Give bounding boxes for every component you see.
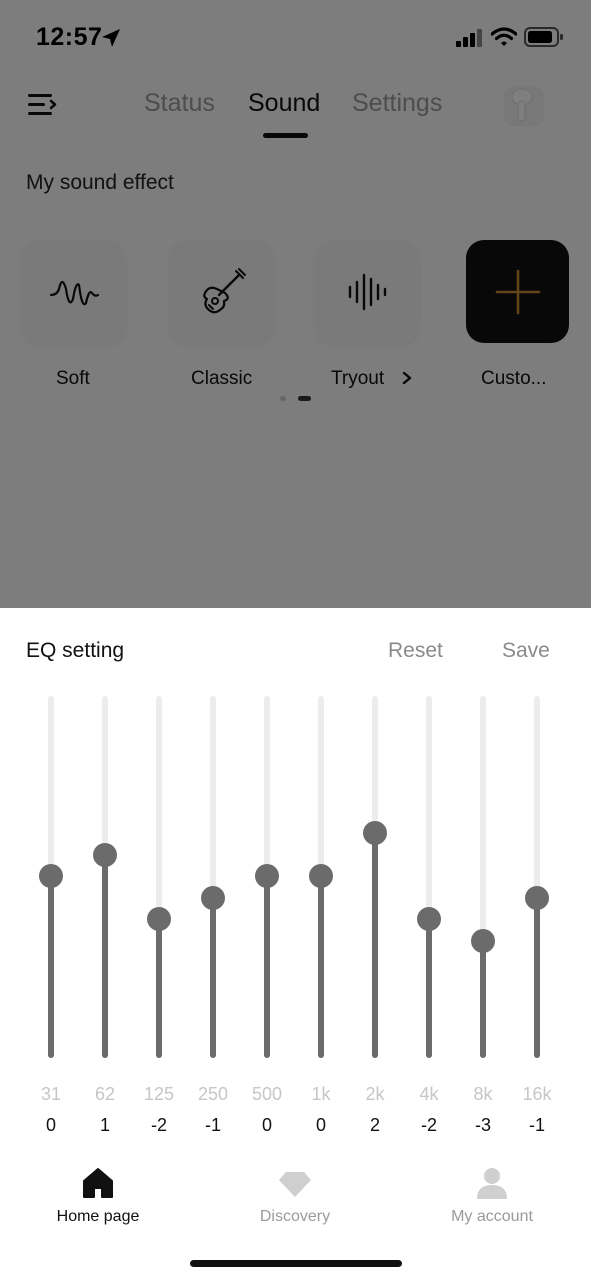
effect-label-custom: Custo... <box>481 368 547 389</box>
active-tab-indicator <box>263 133 308 138</box>
eq-frequency-label: 250 <box>197 1084 229 1104</box>
wifi-icon <box>491 27 517 46</box>
user-icon <box>477 1168 507 1199</box>
reset-button[interactable]: Reset <box>388 639 443 663</box>
eq-slider-thumb[interactable] <box>525 885 549 910</box>
eq-gain-value: -2 <box>150 1115 167 1135</box>
eq-slider-fill <box>156 919 162 1058</box>
eq-frequency-label: 8k <box>473 1084 493 1104</box>
eq-title: EQ setting <box>26 639 125 662</box>
save-button[interactable]: Save <box>502 639 550 663</box>
nav-account[interactable]: My account <box>402 1152 582 1252</box>
eq-gain-value: -1 <box>204 1115 221 1135</box>
eq-gain-value: 0 <box>315 1115 326 1135</box>
eq-frequency-label: 2k <box>365 1084 385 1104</box>
diamond-icon <box>279 1172 311 1197</box>
eq-slider-fill <box>372 833 378 1058</box>
nav-home[interactable]: Home page <box>8 1152 188 1252</box>
nav-account-label: My account <box>451 1208 533 1225</box>
eq-gain-value: 1 <box>99 1115 110 1135</box>
cellular-signal-icon <box>456 29 482 47</box>
status-bar: 12:57 <box>0 0 591 70</box>
nav-home-label: Home page <box>56 1208 140 1225</box>
eq-slider-2k[interactable] <box>360 696 390 1058</box>
eq-gain-value: -1 <box>528 1115 545 1135</box>
status-time: 12:57 <box>36 23 103 51</box>
eq-slider-125[interactable] <box>144 696 174 1058</box>
eq-gain-value: 0 <box>45 1115 56 1135</box>
eq-slider-fill <box>210 897 216 1058</box>
audio-bars-icon <box>348 273 387 311</box>
nav-discovery[interactable]: Discovery <box>205 1152 385 1252</box>
eq-slider-31[interactable] <box>36 696 66 1058</box>
eq-slider-thumb[interactable] <box>471 928 495 953</box>
sound-page-background: 12:57 Status Sound Settings My sound eff… <box>0 0 591 608</box>
eq-slider-4k[interactable] <box>414 696 444 1058</box>
tab-settings[interactable]: Settings <box>352 89 442 118</box>
eq-slider-fill <box>480 940 486 1058</box>
eq-slider-thumb[interactable] <box>417 907 441 931</box>
plus-icon <box>495 269 541 315</box>
guitar-icon <box>203 268 246 314</box>
eq-frequency-label: 500 <box>251 1084 283 1104</box>
eq-gain-value: -3 <box>474 1115 491 1135</box>
effect-card-custom[interactable] <box>466 240 569 343</box>
eq-gain-value: 2 <box>369 1115 380 1135</box>
eq-slider-fill <box>426 919 432 1058</box>
page-dot-active[interactable] <box>298 396 311 401</box>
eq-slider-62[interactable] <box>90 696 120 1058</box>
battery-icon <box>524 27 563 47</box>
eq-slider-thumb[interactable] <box>147 907 171 931</box>
eq-slider-thumb[interactable] <box>39 864 63 888</box>
menu-icon[interactable] <box>28 92 58 118</box>
eq-slider-fill <box>102 854 108 1058</box>
effect-label-soft: Soft <box>56 368 90 389</box>
eq-slider-thumb[interactable] <box>255 864 279 888</box>
effect-card-classic[interactable] <box>170 240 273 343</box>
section-title: My sound effect <box>26 171 174 194</box>
eq-slider-500[interactable] <box>252 696 282 1058</box>
eq-frequency-label: 16k <box>522 1084 552 1104</box>
eq-frequency-label: 62 <box>94 1084 116 1104</box>
effect-card-soft[interactable] <box>22 240 125 343</box>
eq-slider-1k[interactable] <box>306 696 336 1058</box>
effect-label-tryout: Tryout <box>331 368 385 389</box>
eq-slider-thumb[interactable] <box>93 842 117 867</box>
eq-slider-8k[interactable] <box>468 696 498 1058</box>
tab-status[interactable]: Status <box>144 89 215 118</box>
eq-slider-250[interactable] <box>198 696 228 1058</box>
tab-sound[interactable]: Sound <box>248 89 320 118</box>
eq-frequency-label: 125 <box>143 1084 175 1104</box>
home-icon <box>83 1168 113 1198</box>
eq-slider-thumb[interactable] <box>309 864 333 888</box>
page-dot[interactable] <box>280 396 286 401</box>
eq-slider-fill <box>318 876 324 1058</box>
eq-gain-value: 0 <box>261 1115 272 1135</box>
chevron-right-icon[interactable] <box>400 370 414 386</box>
effect-label-classic: Classic <box>191 368 253 389</box>
eq-gain-value: -2 <box>420 1115 437 1135</box>
location-arrow-icon <box>102 29 120 47</box>
eq-slider-thumb[interactable] <box>363 821 387 845</box>
eq-slider-fill <box>534 897 540 1058</box>
eq-slider-fill <box>48 876 54 1058</box>
eq-frequency-label: 4k <box>419 1084 439 1104</box>
eq-slider-fill <box>264 876 270 1058</box>
eq-slider-thumb[interactable] <box>201 885 225 910</box>
nav-discovery-label: Discovery <box>259 1208 331 1225</box>
home-indicator <box>190 1260 402 1267</box>
earbud-icon[interactable] <box>500 84 548 128</box>
eq-frequency-label: 1k <box>311 1084 331 1104</box>
effect-card-tryout[interactable] <box>316 240 419 343</box>
eq-slider-16k[interactable] <box>522 696 552 1058</box>
eq-frequency-label: 31 <box>40 1084 62 1104</box>
sound-wave-icon <box>49 280 100 306</box>
